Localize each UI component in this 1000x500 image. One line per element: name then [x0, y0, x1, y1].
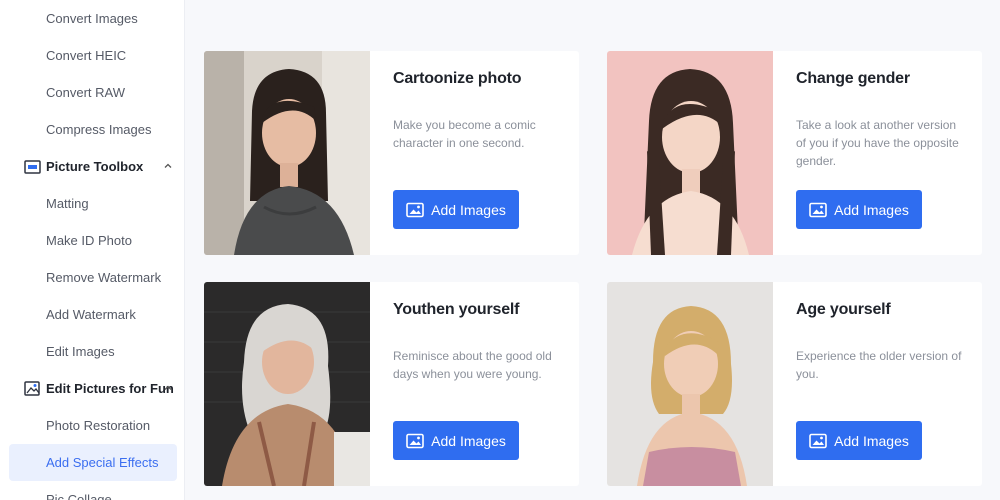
- picture-fun-icon: [24, 381, 42, 397]
- sidebar-item-label: Convert RAW: [46, 85, 125, 100]
- sidebar-item-label: Pic Collage: [46, 492, 112, 500]
- feature-card-change-gender: Change gender Take a look at another ver…: [607, 51, 982, 255]
- sidebar-item-matting[interactable]: Matting: [9, 185, 177, 222]
- sidebar-item-label: Add Watermark: [46, 307, 136, 322]
- sidebar-item-edit-images[interactable]: Edit Images: [9, 333, 177, 370]
- feature-card-cartoonize: Cartoonize photo Make you become a comic…: [204, 51, 579, 255]
- sidebar-section-picture-toolbox[interactable]: Picture Toolbox: [24, 148, 179, 185]
- image-icon: [406, 433, 424, 449]
- add-images-button[interactable]: Add Images: [393, 190, 519, 229]
- feature-card-youthen: Youthen yourself Reminisce about the goo…: [204, 282, 579, 486]
- sidebar-item-make-id-photo[interactable]: Make ID Photo: [9, 222, 177, 259]
- sidebar-item-label: Add Special Effects: [46, 455, 159, 470]
- sidebar-item-pic-collage[interactable]: Pic Collage: [9, 481, 177, 500]
- card-description: Experience the older version of you.: [796, 349, 962, 381]
- card-title: Change gender: [796, 70, 910, 87]
- sidebar-item-convert-heic[interactable]: Convert HEIC: [9, 37, 177, 74]
- sidebar-item-label: Convert Images: [46, 11, 138, 26]
- add-images-label: Add Images: [431, 432, 506, 449]
- card-description: Take a look at another version of you if…: [796, 118, 959, 168]
- image-icon: [809, 433, 827, 449]
- sidebar-item-compress-images[interactable]: Compress Images: [9, 111, 177, 148]
- sidebar-item-convert-raw[interactable]: Convert RAW: [9, 74, 177, 111]
- add-images-button[interactable]: Add Images: [796, 190, 922, 229]
- card-description: Make you become a comic character in one…: [393, 118, 536, 150]
- sidebar-item-add-special-effects[interactable]: Add Special Effects: [9, 444, 177, 481]
- sidebar-section-label: Picture Toolbox: [46, 159, 144, 174]
- sidebar-item-add-watermark[interactable]: Add Watermark: [9, 296, 177, 333]
- image-icon: [406, 202, 424, 218]
- young-woman-portrait-icon: [204, 51, 370, 255]
- young-woman-pink-background-portrait-icon: [607, 51, 773, 255]
- chevron-up-icon[interactable]: [161, 159, 175, 173]
- sidebar-item-photo-restoration[interactable]: Photo Restoration: [9, 407, 177, 444]
- card-title: Age yourself: [796, 301, 891, 318]
- chevron-up-icon[interactable]: [161, 381, 175, 395]
- sidebar: Convert Images Convert HEIC Convert RAW …: [0, 0, 185, 500]
- card-description: Reminisce about the good old days when y…: [393, 349, 552, 381]
- add-images-label: Add Images: [431, 201, 506, 218]
- feature-card-age: Age yourself Experience the older versio…: [607, 282, 982, 486]
- sidebar-section-edit-pictures-for-fun[interactable]: Edit Pictures for Fun: [24, 370, 179, 407]
- add-images-button[interactable]: Add Images: [796, 421, 922, 460]
- older-woman-gray-hair-portrait-icon: [204, 282, 370, 486]
- sidebar-item-label: Make ID Photo: [46, 233, 132, 248]
- sidebar-item-label: Convert HEIC: [46, 48, 127, 63]
- sidebar-section-label: Edit Pictures for Fun: [46, 381, 174, 396]
- sidebar-item-label: Edit Images: [46, 344, 115, 359]
- sidebar-item-label: Photo Restoration: [46, 418, 151, 433]
- blonde-woman-portrait-icon: [607, 282, 773, 486]
- add-images-label: Add Images: [834, 201, 909, 218]
- sidebar-item-convert-images[interactable]: Convert Images: [9, 0, 177, 37]
- sidebar-item-remove-watermark[interactable]: Remove Watermark: [9, 259, 177, 296]
- sidebar-item-label: Remove Watermark: [46, 270, 162, 285]
- toolbox-icon: [24, 159, 42, 175]
- sidebar-item-label: Compress Images: [46, 122, 152, 137]
- add-images-label: Add Images: [834, 432, 909, 449]
- sidebar-item-label: Matting: [46, 196, 89, 211]
- card-title: Youthen yourself: [393, 301, 520, 318]
- add-images-button[interactable]: Add Images: [393, 421, 519, 460]
- card-title: Cartoonize photo: [393, 70, 522, 87]
- image-icon: [809, 202, 827, 218]
